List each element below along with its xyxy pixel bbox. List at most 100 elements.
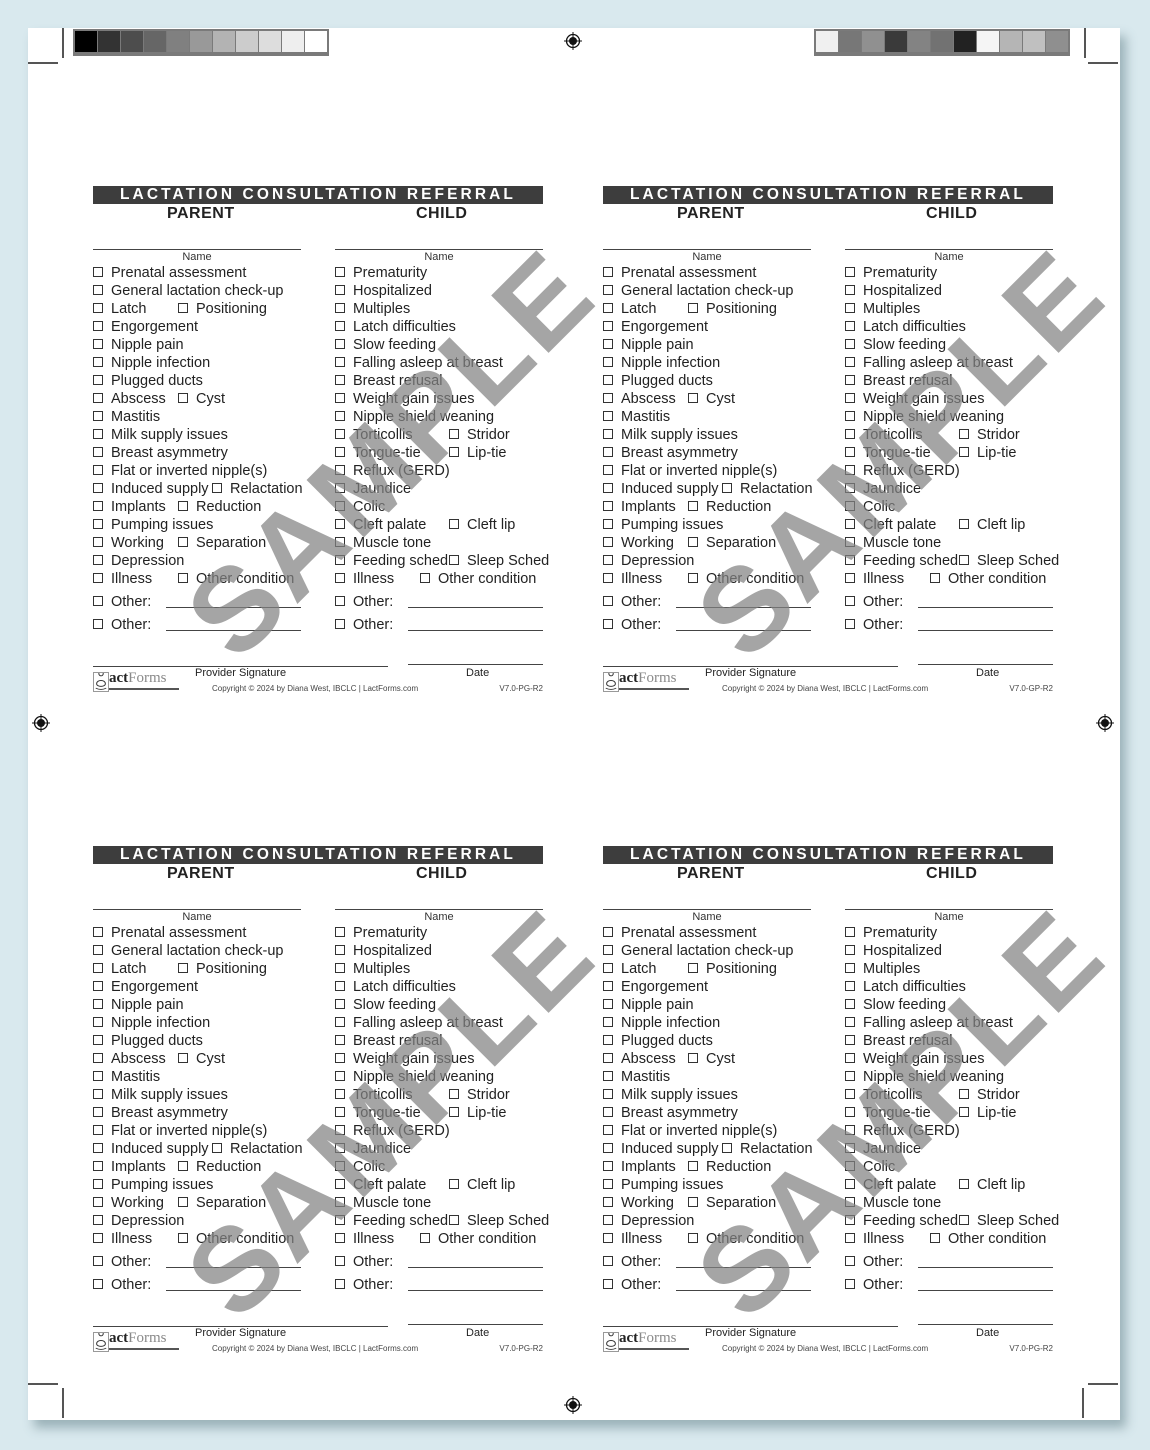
checkbox[interactable] (845, 339, 855, 350)
checkbox[interactable] (603, 393, 613, 404)
checkbox[interactable] (603, 411, 613, 422)
checkbox[interactable] (420, 1233, 430, 1244)
checkbox-item[interactable]: Muscle tone (845, 534, 941, 552)
checkbox-item[interactable]: Engorgement (93, 978, 198, 996)
checkbox-item[interactable]: Other condition (178, 1230, 294, 1248)
checkbox[interactable] (335, 1035, 345, 1046)
checkbox-item[interactable]: Lip-tie (959, 444, 1017, 462)
checkbox[interactable] (93, 393, 103, 404)
checkbox-item[interactable]: Other condition (688, 570, 804, 588)
checkbox[interactable] (335, 465, 345, 476)
checkbox[interactable] (335, 1089, 345, 1100)
checkbox-item[interactable]: Nipple infection (93, 1014, 210, 1032)
checkbox-item[interactable]: Relactation (212, 1140, 303, 1158)
checkbox[interactable] (449, 519, 459, 530)
checkbox-item[interactable]: Mastitis (603, 1068, 670, 1086)
checkbox-item[interactable]: Cyst (178, 390, 225, 408)
checkbox-item[interactable]: Mastitis (603, 408, 670, 426)
checkbox[interactable] (845, 1279, 855, 1290)
other-text-field[interactable] (676, 607, 811, 608)
checkbox-item[interactable]: Lip-tie (959, 1104, 1017, 1122)
other-text-field[interactable] (166, 1267, 301, 1268)
checkbox[interactable] (335, 1053, 345, 1064)
parent-name-field[interactable] (603, 249, 811, 250)
checkbox[interactable] (335, 501, 345, 512)
checkbox-item[interactable]: Cleft lip (449, 1176, 515, 1194)
checkbox-item[interactable]: Colic (845, 498, 895, 516)
checkbox-item[interactable]: Relactation (212, 480, 303, 498)
child-name-field[interactable] (335, 249, 543, 250)
other-text-field[interactable] (166, 607, 301, 608)
checkbox[interactable] (178, 501, 188, 512)
checkbox-item[interactable]: Pumping issues (93, 1176, 213, 1194)
checkbox[interactable] (603, 447, 613, 458)
checkbox-item[interactable]: Cleft palate (335, 1176, 426, 1194)
checkbox[interactable] (212, 483, 222, 494)
checkbox-item[interactable]: Jaundice (845, 1140, 921, 1158)
checkbox-item[interactable]: Stridor (959, 426, 1020, 444)
child-name-field[interactable] (335, 909, 543, 910)
checkbox-item[interactable]: Weight gain issues (335, 1050, 474, 1068)
checkbox[interactable] (93, 963, 103, 974)
checkbox[interactable] (603, 555, 613, 566)
checkbox[interactable] (93, 1197, 103, 1208)
checkbox[interactable] (93, 555, 103, 566)
checkbox[interactable] (603, 1035, 613, 1046)
checkbox[interactable] (603, 1107, 613, 1118)
checkbox[interactable] (178, 1161, 188, 1172)
checkbox-item[interactable]: Jaundice (335, 480, 411, 498)
checkbox[interactable] (845, 999, 855, 1010)
checkbox[interactable] (845, 375, 855, 386)
checkbox-item[interactable]: Stridor (959, 1086, 1020, 1104)
parent-name-field[interactable] (93, 909, 301, 910)
checkbox[interactable] (603, 1053, 613, 1064)
checkbox[interactable] (93, 1035, 103, 1046)
checkbox[interactable] (845, 963, 855, 974)
checkbox-item[interactable]: Positioning (688, 960, 777, 978)
checkbox-item[interactable]: Other condition (420, 570, 536, 588)
checkbox-item[interactable]: Cyst (688, 390, 735, 408)
checkbox-item[interactable]: Feeding sched (335, 552, 448, 570)
checkbox[interactable] (959, 1179, 969, 1190)
checkbox[interactable] (688, 1053, 698, 1064)
checkbox-item[interactable]: Cleft palate (845, 1176, 936, 1194)
checkbox-item[interactable]: Muscle tone (845, 1194, 941, 1212)
other-text-field[interactable] (918, 630, 1053, 631)
checkbox-item[interactable]: Reduction (178, 1158, 261, 1176)
checkbox-item[interactable]: Breast asymmetry (603, 1104, 738, 1122)
checkbox-item[interactable]: Nipple infection (603, 1014, 720, 1032)
checkbox-item[interactable]: Multiples (845, 300, 920, 318)
checkbox[interactable] (93, 927, 103, 938)
other-checkbox[interactable]: Other: (603, 1251, 661, 1274)
checkbox-item[interactable]: Induced supply (93, 480, 209, 498)
checkbox-item[interactable]: Milk supply issues (603, 426, 738, 444)
checkbox[interactable] (603, 465, 613, 476)
checkbox[interactable] (603, 429, 613, 440)
checkbox[interactable] (603, 981, 613, 992)
checkbox[interactable] (93, 999, 103, 1010)
checkbox-item[interactable]: Latch (603, 960, 656, 978)
checkbox[interactable] (845, 945, 855, 956)
checkbox-item[interactable]: Torticollis (845, 1086, 923, 1104)
checkbox[interactable] (845, 1125, 855, 1136)
checkbox[interactable] (449, 555, 459, 566)
checkbox[interactable] (93, 619, 103, 630)
checkbox-item[interactable]: Falling asleep at breast (335, 1014, 503, 1032)
checkbox[interactable] (93, 1053, 103, 1064)
other-text-field[interactable] (676, 1290, 811, 1291)
checkbox-item[interactable]: Separation (688, 534, 776, 552)
checkbox-item[interactable]: Tongue-tie (845, 1104, 931, 1122)
checkbox[interactable] (93, 945, 103, 956)
checkbox-item[interactable]: Nipple shield weaning (335, 1068, 494, 1086)
other-checkbox[interactable]: Other: (603, 1274, 661, 1297)
other-text-field[interactable] (918, 1267, 1053, 1268)
checkbox[interactable] (335, 429, 345, 440)
checkbox[interactable] (449, 1215, 459, 1226)
checkbox[interactable] (603, 1125, 613, 1136)
checkbox-item[interactable]: Sleep Sched (449, 552, 549, 570)
checkbox-item[interactable]: Illness (603, 1230, 662, 1248)
checkbox[interactable] (93, 1256, 103, 1267)
checkbox[interactable] (603, 303, 613, 314)
checkbox-item[interactable]: Flat or inverted nipple(s) (603, 462, 777, 480)
checkbox[interactable] (93, 321, 103, 332)
